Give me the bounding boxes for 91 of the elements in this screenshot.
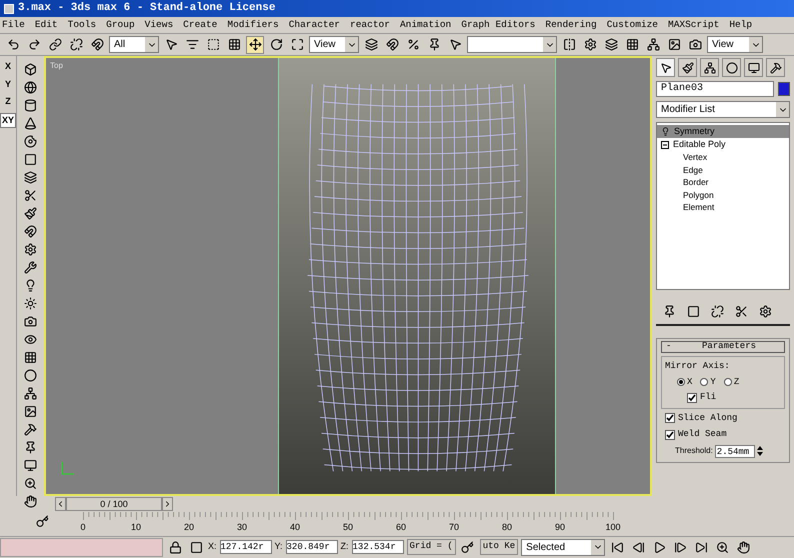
frame-number: 10	[131, 521, 141, 534]
hammer-icon[interactable]	[766, 58, 785, 77]
axis-constraint-button[interactable]: Y	[0, 78, 16, 91]
caret-icon	[776, 102, 789, 117]
parameters-rollout-header[interactable]: - Parameters	[661, 341, 785, 353]
frame-number: 20	[184, 521, 194, 534]
menu-item[interactable]: Character	[288, 18, 340, 32]
collapse-icon[interactable]	[661, 140, 669, 148]
object-color-swatch[interactable]	[778, 82, 790, 96]
frame-number: 40	[290, 521, 300, 534]
move-icon[interactable]	[246, 36, 264, 54]
menu-item[interactable]: Views	[144, 18, 174, 32]
menu-item[interactable]: Create	[183, 18, 218, 32]
radio-button[interactable]	[724, 378, 732, 386]
menu-item[interactable]: MAXScript	[668, 18, 720, 32]
stack-item-label: Symmetry	[674, 124, 716, 138]
sub-object-item[interactable]: Element	[657, 201, 789, 214]
key-filter-dropdown[interactable]: Selected	[521, 538, 606, 556]
radio-label: X	[687, 376, 692, 388]
frame-number: 80	[502, 521, 512, 534]
caret-icon	[543, 37, 556, 52]
menu-item[interactable]: Group	[106, 18, 135, 32]
checkbox[interactable]	[665, 430, 675, 440]
menu-item[interactable]: Customize	[606, 18, 658, 32]
sub-object-item[interactable]: Edge	[657, 164, 789, 176]
frame-number: 50	[343, 521, 353, 534]
display-icon[interactable]	[744, 58, 763, 77]
axis-tripod-icon	[60, 460, 76, 476]
coordinate-label: Z:	[340, 540, 349, 554]
auto-key-button[interactable]: uto Ke	[480, 539, 518, 555]
group-label: Mirror Axis:	[665, 360, 731, 373]
coordinate-label: X:	[208, 540, 217, 554]
hierarchy-icon[interactable]	[700, 58, 719, 77]
threshold-label: Threshold:	[675, 445, 713, 457]
sub-object-item[interactable]: Vertex	[657, 151, 789, 164]
menu-item[interactable]: Help	[729, 18, 752, 32]
radio-label: Z	[734, 376, 740, 388]
radio-label: Y	[710, 376, 716, 388]
caret-icon	[345, 37, 358, 52]
y-field[interactable]: 320.849r	[286, 540, 338, 554]
menu-item[interactable]: Modifiers	[227, 18, 279, 32]
menu-item[interactable]: reactor	[350, 18, 390, 32]
window-title: 3.max - 3ds max 6 - Stand-alone License	[18, 1, 276, 16]
checkbox[interactable]	[687, 392, 697, 403]
named-selection-field[interactable]	[467, 36, 557, 53]
selection-filter-dropdown[interactable]: All	[109, 36, 159, 53]
grid-readout: Grid = (	[406, 539, 456, 555]
coordinate-label: Y:	[274, 540, 283, 554]
frame-number: 70	[449, 521, 459, 534]
sub-object-item[interactable]: Border	[657, 176, 789, 188]
radio-button[interactable]	[677, 378, 685, 386]
menu-item[interactable]: File	[2, 18, 25, 32]
z-field[interactable]: 132.534r	[352, 540, 404, 554]
checkbox-label: Slice Along	[678, 412, 738, 424]
caret-icon	[749, 37, 762, 52]
axis-constraint-button[interactable]: XY	[0, 112, 16, 128]
time-position: 0 / 100	[66, 497, 162, 511]
caret-icon	[145, 37, 158, 52]
modifier-list-dropdown[interactable]: Modifier List	[656, 101, 790, 118]
cursor-icon[interactable]	[656, 58, 675, 77]
axis-constraint-button[interactable]: Z	[0, 95, 16, 108]
axis-constraint-button[interactable]: X	[0, 60, 16, 74]
x-field[interactable]: 127.142r	[220, 540, 272, 554]
sub-object-item[interactable]: Polygon	[657, 188, 789, 201]
stack-item[interactable]: Editable Poly	[657, 138, 789, 151]
render-view-dropdown[interactable]: View	[707, 36, 763, 53]
lightbulb-icon[interactable]	[661, 127, 670, 136]
frame-number: 30	[237, 521, 247, 534]
caret-icon	[591, 540, 604, 554]
checkbox[interactable]	[665, 413, 675, 424]
radio-button[interactable]	[700, 378, 708, 386]
menu-item[interactable]: Graph Editors	[461, 18, 536, 32]
reference-coordinate-dropdown[interactable]: View	[309, 36, 359, 53]
checkbox-label: Weld Seam	[678, 428, 727, 441]
menu-item[interactable]: Tools	[68, 18, 96, 32]
stack-item[interactable]: Symmetry	[657, 125, 789, 138]
scroll-left-icon[interactable]	[55, 497, 66, 511]
menu-item[interactable]: Animation	[400, 18, 452, 32]
menu-item[interactable]: Edit	[34, 18, 58, 32]
frame-number: 100	[605, 521, 621, 534]
menu-item[interactable]: Rendering	[545, 18, 597, 32]
frame-ruler[interactable]: 0 10 20 30 40 50 60 70 80 90 100	[55, 512, 635, 536]
stack-item-label: Editable Poly	[673, 138, 727, 151]
app-icon	[4, 4, 14, 14]
frame-number: 0	[80, 521, 86, 534]
scroll-right-icon[interactable]	[162, 497, 173, 511]
checkbox-label: Fli	[700, 391, 716, 404]
frame-number: 90	[555, 521, 565, 534]
threshold-field[interactable]: 2.54mm	[714, 444, 755, 458]
frame-number: 60	[396, 521, 406, 534]
object-name-field[interactable]: Plane03	[656, 81, 774, 97]
